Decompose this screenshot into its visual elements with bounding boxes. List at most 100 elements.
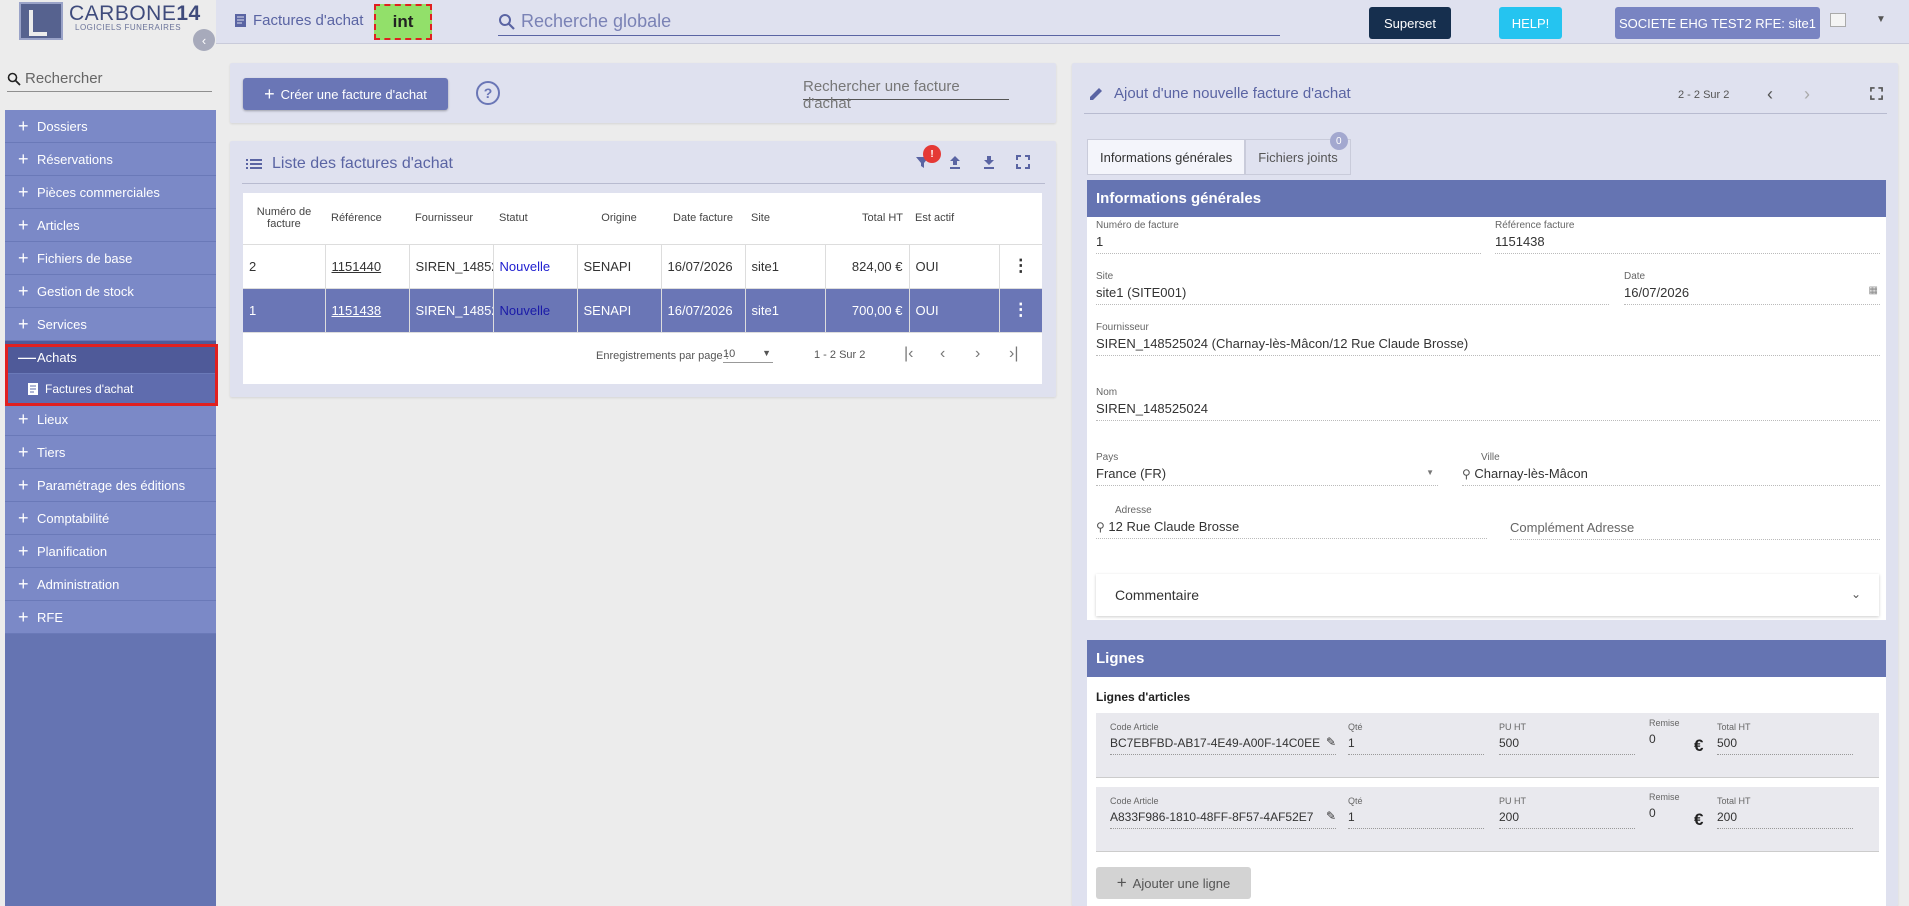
column-header[interactable]: Référence <box>325 193 409 245</box>
sidebar-search-input[interactable]: Rechercher <box>7 66 212 92</box>
complement-adresse-input[interactable]: Complément Adresse <box>1510 517 1880 540</box>
fullscreen-icon[interactable] <box>1870 87 1883 103</box>
cell-statut: Nouvelle <box>493 244 578 289</box>
prev-record-icon[interactable]: ‹ <box>1767 84 1773 105</box>
qty-field[interactable]: Qté 1 <box>1348 796 1484 829</box>
column-header[interactable]: Origine <box>577 193 661 245</box>
chevron-down-icon: ▼ <box>1426 468 1434 477</box>
upload-icon[interactable] <box>948 155 962 174</box>
nom-field[interactable]: Nom SIREN_148525024 <box>1096 387 1880 421</box>
collapse-sidebar-button[interactable]: ‹ <box>193 29 215 51</box>
help-button[interactable]: HELP! <box>1499 7 1562 39</box>
adresse-field[interactable]: Adresse ⚲ 12 Rue Claude Brosse <box>1096 505 1487 539</box>
site-field[interactable]: Site site1 (SITE001) <box>1096 271 1609 305</box>
calendar-icon[interactable]: ▦ <box>1869 285 1878 296</box>
first-page-icon[interactable]: |‹ <box>904 345 913 363</box>
field-label: Site <box>1096 271 1114 282</box>
table-row-selected[interactable]: 1 1151438 SIREN_148525024 Nouvelle SENAP… <box>243 288 1042 333</box>
euro-icon[interactable]: € <box>1694 810 1703 830</box>
column-header[interactable]: Date facture <box>661 193 745 245</box>
chevron-down-icon[interactable]: ▼ <box>1876 14 1886 25</box>
table-row[interactable]: 2 1151440 SIREN_148525024 Nouvelle SENAP… <box>243 244 1042 289</box>
column-header[interactable]: Total HT <box>825 193 909 245</box>
field-label: Date <box>1624 271 1646 282</box>
page-size-select[interactable]: 10 ▼ <box>723 348 773 363</box>
sidebar-item-lieux[interactable]: + Lieux <box>5 403 216 436</box>
column-header[interactable]: Est actif <box>909 193 999 245</box>
cell-reference-link[interactable]: 1151440 <box>325 244 410 289</box>
remise-field[interactable]: Remise 0 <box>1649 792 1687 824</box>
field-value: 16/07/2026 <box>1624 285 1690 300</box>
sidebar-item-gestion-de-stock[interactable]: + Gestion de stock <box>5 275 216 308</box>
column-header[interactable]: Statut <box>493 193 577 245</box>
prev-page-icon[interactable]: ‹ <box>940 345 945 363</box>
commentaire-expander[interactable]: Commentaire ⌄ <box>1096 574 1879 616</box>
field-label: Code Article <box>1110 796 1159 806</box>
invoice-search-input[interactable]: Rechercher une facture d'achat <box>803 76 1009 112</box>
superset-button[interactable]: Superset <box>1369 7 1451 39</box>
sidebar-item-comptabilite[interactable]: + Comptabilité <box>5 502 216 535</box>
next-page-icon[interactable]: › <box>975 345 980 363</box>
sidebar-item-planification[interactable]: + Planification <box>5 535 216 568</box>
sidebar-item-reservations[interactable]: + Réservations <box>5 143 216 176</box>
search-icon: ⚲ <box>1462 467 1471 481</box>
numero-field[interactable]: Numéro de facture 1 <box>1096 220 1481 254</box>
sidebar-item-articles[interactable]: + Articles <box>5 209 216 242</box>
column-header[interactable]: Site <box>745 193 825 245</box>
sidebar-item-tiers[interactable]: + Tiers <box>5 436 216 469</box>
global-search-input[interactable]: Recherche globale <box>498 8 1280 36</box>
logo-main: CARBONE <box>69 2 177 25</box>
pu-ht-field[interactable]: PU HT 200 <box>1499 796 1635 829</box>
commentaire-label: Commentaire <box>1115 587 1200 603</box>
euro-icon[interactable]: € <box>1694 736 1703 756</box>
plus-icon: + <box>18 574 29 594</box>
total-ht-field[interactable]: Total HT 500 <box>1717 722 1853 755</box>
pays-select[interactable]: Pays France (FR) ▼ <box>1096 452 1438 486</box>
pencil-icon[interactable]: ✎ <box>1326 735 1336 749</box>
tab-informations-generales[interactable]: Informations générales <box>1087 139 1246 175</box>
row-menu-icon[interactable]: ⋮ <box>999 244 1042 289</box>
detail-tabs: Informations générales Fichiers joints 0 <box>1087 132 1351 175</box>
row-menu-icon[interactable]: ⋮ <box>999 288 1042 333</box>
reference-field[interactable]: Référence facture 1151438 <box>1495 220 1880 254</box>
code-article-field[interactable]: Code Article A833F986-1810-48FF-8F57-4AF… <box>1110 796 1336 829</box>
sidebar-item-services[interactable]: + Services <box>5 308 216 341</box>
download-icon[interactable] <box>982 155 996 174</box>
company-selector-button[interactable]: SOCIETE EHG TEST2 RFE: site1 <box>1615 7 1820 39</box>
help-icon[interactable]: ? <box>476 81 500 105</box>
sidebar-item-dossiers[interactable]: + Dossiers <box>5 110 216 143</box>
field-label: Qté <box>1348 796 1363 806</box>
date-field[interactable]: Date 16/07/2026 ▦ <box>1624 271 1880 305</box>
sidebar-item-label: Lieux <box>37 411 69 427</box>
fullscreen-icon[interactable] <box>1016 155 1030 173</box>
ville-field[interactable]: Ville ⚲ Charnay-lès-Mâcon <box>1462 452 1880 486</box>
sidebar-item-fichiers-de-base[interactable]: + Fichiers de base <box>5 242 216 275</box>
tab-fichiers-joints[interactable]: Fichiers joints 0 <box>1245 132 1351 175</box>
sidebar-item-pieces-commerciales[interactable]: + Pièces commerciales <box>5 176 216 209</box>
next-record-icon[interactable]: › <box>1804 84 1810 105</box>
add-line-label: Ajouter une ligne <box>1132 875 1231 891</box>
cell-reference-link[interactable]: 1151438 <box>325 288 410 333</box>
chevron-down-icon: ▼ <box>762 348 771 358</box>
code-article-field[interactable]: Code Article BC7EBFBD-AB17-4E49-A00F-14C… <box>1110 722 1336 755</box>
user-avatar[interactable] <box>1830 13 1846 27</box>
fournisseur-field[interactable]: Fournisseur SIREN_148525024 (Charnay-lès… <box>1096 322 1880 356</box>
sidebar-item-label: RFE <box>37 609 63 625</box>
last-page-icon[interactable]: ›| <box>1009 345 1018 363</box>
sidebar-item-administration[interactable]: + Administration <box>5 568 216 601</box>
remise-field[interactable]: Remise 0 <box>1649 718 1687 750</box>
pencil-icon[interactable]: ✎ <box>1326 809 1336 823</box>
qty-field[interactable]: Qté 1 <box>1348 722 1484 755</box>
cell-total: 824,00 € <box>825 244 910 289</box>
pu-ht-field[interactable]: PU HT 500 <box>1499 722 1635 755</box>
global-search-placeholder: Recherche globale <box>521 11 672 31</box>
column-header[interactable]: Numéro de facture <box>243 193 325 245</box>
total-ht-field[interactable]: Total HT 200 <box>1717 796 1853 829</box>
sidebar-item-parametrage-editions[interactable]: + Paramétrage des éditions <box>5 469 216 502</box>
add-line-button[interactable]: + Ajouter une ligne <box>1096 867 1251 899</box>
sidebar-item-rfe[interactable]: + RFE <box>5 601 216 634</box>
field-value: site1 (SITE001) <box>1096 282 1609 305</box>
sidebar-item-label: Dossiers <box>37 118 88 134</box>
create-invoice-button[interactable]: + Créer une facture d'achat <box>243 78 448 110</box>
column-header[interactable]: Fournisseur <box>409 193 493 245</box>
